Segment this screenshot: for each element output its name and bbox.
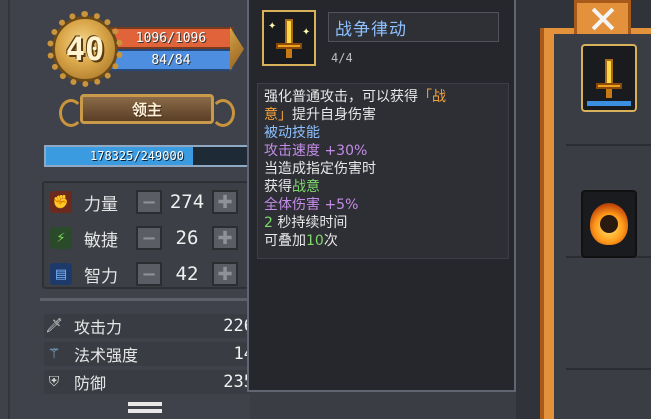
attack-speed-bonus: 攻击速度 +30%: [264, 143, 368, 159]
level-badge: 40: [47, 11, 123, 87]
equipment-slot[interactable]: [566, 36, 651, 146]
title-text: 领主: [131, 100, 162, 119]
bar-ornament: [230, 27, 244, 71]
charge-bar: [587, 101, 631, 106]
stat-row-spell-power: ⚚ 法术强度 14: [44, 342, 256, 366]
level-number: 40: [65, 30, 105, 68]
attribute-row-agility: ⚡ 敏捷 − 26 ✚: [50, 223, 260, 253]
desc-line: 获得战意: [264, 179, 320, 195]
stat-label: 防御: [74, 374, 107, 393]
scroll-down-icon[interactable]: [128, 402, 162, 416]
passive-label: 被动技能: [264, 125, 320, 141]
skill-name: 战争律动: [335, 19, 407, 40]
attribute-box: ✊ 力量 − 274 ✚ ⚡ 敏捷 − 26 ✚ ▤ 智力 − 42 ✚: [42, 181, 254, 289]
strength-plus-button[interactable]: ✚: [212, 190, 238, 214]
equipment-slot[interactable]: [566, 148, 651, 258]
attribute-row-strength: ✊ 力量 − 274 ✚: [50, 187, 260, 217]
agility-plus-button[interactable]: ✚: [212, 226, 238, 250]
sword-icon: 🗡: [45, 318, 63, 334]
war-rhythm-skill-icon[interactable]: [581, 44, 637, 112]
hp-bar: 1096/1096: [108, 27, 234, 49]
wing-icon: ⚡: [50, 227, 72, 249]
intelligence-minus-button[interactable]: −: [136, 262, 162, 286]
hp-text: 1096/1096: [135, 30, 207, 46]
skill-stack-count: 4/4: [331, 51, 353, 65]
attribute-label: 力量: [84, 194, 118, 215]
skill-tooltip: ✦ ✦ 战争律动 4/4 强化普通攻击，可以获得「战 意」提升自身伤害 被动技能…: [247, 0, 516, 392]
stat-row-defense: ⛨ 防御 235: [44, 370, 256, 394]
stat-value: 235: [223, 372, 254, 392]
character-panel: 40 1096/1096 84/84 领主 178325/249000 ✊ 力量…: [0, 0, 256, 419]
attribute-value: 42: [175, 263, 199, 285]
title-plate[interactable]: 领主: [59, 94, 235, 127]
stat-value: 226: [223, 316, 254, 336]
skill-description: 强化普通攻击，可以获得「战 意」提升自身伤害 被动技能 攻击速度 +30% 当造…: [257, 83, 509, 259]
fist-icon: ✊: [50, 191, 72, 213]
desc-line: 当造成指定伤害时: [264, 161, 376, 177]
book-icon: ▤: [50, 263, 72, 285]
desc-line: 意」提升自身伤害: [264, 107, 376, 123]
mp-text: 84/84: [151, 52, 191, 68]
equipment-slot[interactable]: [566, 260, 651, 370]
duration-line: 2 秒持续时间: [264, 215, 348, 231]
wand-icon: ⚚: [47, 346, 61, 362]
desc-line: 强化普通攻击，可以获得「战: [264, 89, 446, 105]
mp-bar: 84/84: [108, 49, 234, 71]
shield-icon: ⛨: [48, 374, 60, 390]
xp-text: 178325/249000: [90, 149, 184, 163]
attribute-label: 敏捷: [84, 230, 118, 251]
divider: [40, 298, 254, 301]
stat-row-attack: 🗡 攻击力 226: [44, 314, 256, 338]
skill-title-box: 战争律动: [328, 12, 499, 42]
stat-label: 法术强度: [74, 346, 139, 365]
attribute-value: 26: [175, 227, 199, 249]
attribute-row-intelligence: ▤ 智力 − 42 ✚: [50, 259, 260, 289]
tab-equipment[interactable]: [574, 0, 631, 34]
xp-bar: 178325/249000: [44, 145, 254, 167]
flame-skull-skill-icon[interactable]: [581, 190, 637, 258]
intelligence-plus-button[interactable]: ✚: [212, 262, 238, 286]
damage-bonus: 全体伤害 +5%: [264, 197, 359, 213]
strength-minus-button[interactable]: −: [136, 190, 162, 214]
attribute-label: 智力: [84, 266, 118, 287]
stat-value: 14: [233, 344, 254, 364]
stack-line: 可叠加10次: [264, 233, 338, 249]
crossed-swords-icon: [591, 7, 615, 31]
agility-minus-button[interactable]: −: [136, 226, 162, 250]
attribute-value: 274: [169, 191, 205, 213]
stat-label: 攻击力: [74, 318, 123, 337]
war-rhythm-icon: ✦ ✦: [262, 10, 316, 66]
